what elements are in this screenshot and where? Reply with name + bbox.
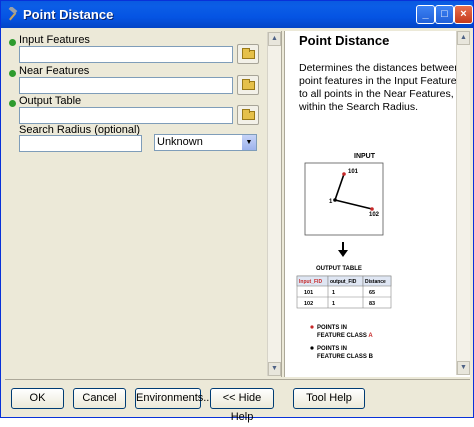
parameters-scrollbar[interactable]: ▲ ▼ [267,32,281,376]
table-cell: 1 [332,290,335,296]
scroll-down-button[interactable]: ▼ [457,361,470,375]
open-folder-icon [242,79,255,90]
required-dot-icon [9,70,16,77]
tool-help-button[interactable]: Tool Help [293,388,365,409]
table-cell: 102 [304,301,313,307]
scroll-up-button[interactable]: ▲ [457,31,470,45]
diagram-output-label: OUTPUT TABLE [316,266,362,272]
scroll-down-button[interactable]: ▼ [268,362,281,376]
table-header: Distance [365,279,386,285]
legend-b-line1: POINTS IN [317,346,347,352]
required-dot-icon [9,100,16,107]
output-table-field[interactable] [19,107,233,124]
help-panel: Point Distance Determines the distances … [284,31,470,377]
point-a-marker [342,172,346,176]
required-dot-icon [9,39,16,46]
near-features-field[interactable] [19,77,233,94]
legend-a-marker [310,325,314,329]
maximize-button[interactable]: □ [435,5,454,24]
legend-b-marker [310,346,314,350]
diagram-input-label: INPUT [354,153,376,160]
output-table-browse-button[interactable] [237,105,259,125]
help-scrollbar[interactable]: ▲ ▼ [456,31,470,375]
output-table-label: Output Table [19,95,82,107]
minimize-button[interactable]: _ [416,5,435,24]
search-radius-unit-value: Unknown [157,136,203,148]
point-102-label: 102 [369,212,380,218]
open-folder-icon [242,109,255,120]
input-features-browse-button[interactable] [237,44,259,64]
scroll-up-button[interactable]: ▲ [268,32,281,46]
input-features-field[interactable] [19,46,233,63]
cancel-button[interactable]: Cancel [73,388,126,409]
help-description: Determines the distances between point f… [299,62,462,113]
point-101-label: 101 [348,169,359,175]
output-table: Input_FID output_FID Distance 101 1 65 1… [296,275,392,309]
table-cell: 1 [332,301,335,307]
hammer-icon [8,7,18,21]
close-button[interactable]: × [454,5,473,24]
legend-a-line1: POINTS IN [317,325,347,331]
ok-button[interactable]: OK [11,388,64,409]
near-features-browse-button[interactable] [237,75,259,95]
table-header: Input_FID [299,279,322,285]
legend-b-line2: FEATURE CLASS B [317,354,374,360]
point-b-marker [333,198,337,202]
table-cell: 83 [369,301,375,307]
point-a-marker [370,207,374,211]
title-bar[interactable]: Point Distance _ □ × [1,1,473,28]
near-features-label: Near Features [19,65,90,77]
chevron-down-icon[interactable]: ▼ [242,135,256,150]
table-cell: 65 [369,290,375,296]
environments-button[interactable]: Environments... [135,388,212,409]
footer-divider [5,379,470,380]
input-features-label: Input Features [19,34,90,46]
point-distance-diagram: INPUT 101 1 102 OUTPUT TABLE Input_FID o… [296,153,392,360]
help-title: Point Distance [299,33,390,48]
table-cell: 101 [304,290,313,296]
table-header: output_FID [330,279,357,285]
search-radius-unit-select[interactable]: Unknown ▼ [154,134,257,151]
window-title: Point Distance [23,7,114,22]
hide-help-button[interactable]: << Hide Help [210,388,274,423]
open-folder-icon [242,48,255,59]
down-arrow-icon [338,250,348,257]
tool-dialog-window: Point Distance _ □ × Input Features Near… [0,0,474,423]
legend-a-line2: FEATURE CLASS A [317,333,373,339]
search-radius-field[interactable] [19,135,142,152]
